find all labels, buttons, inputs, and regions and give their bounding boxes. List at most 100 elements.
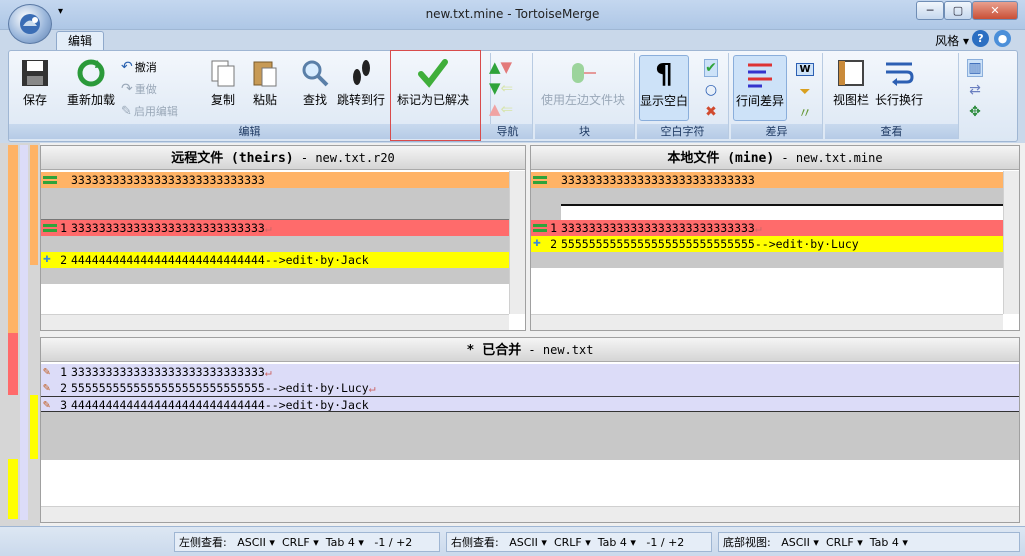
equal-icon	[43, 176, 57, 184]
left-line-gap	[41, 236, 509, 252]
redo-button[interactable]: ↷ 重做	[121, 81, 157, 97]
enable-edit-label: 启用编辑	[133, 105, 178, 118]
minimize-button[interactable]: ─	[916, 1, 944, 20]
merged-horizontal-scrollbar[interactable]	[41, 506, 1019, 522]
left-pane-title: 远程文件 (theirs)	[171, 151, 294, 166]
group-nav: ▲▼ ▼⇐ ▲⇐ 导航	[483, 53, 533, 139]
ignore-icon[interactable]: 〃	[798, 106, 812, 122]
paste-icon	[253, 61, 277, 87]
pencil-icon: ✎	[121, 103, 132, 119]
left-line-context[interactable]: 3333333333333333333333333333	[41, 172, 509, 188]
word-diff-icon[interactable]: W	[796, 63, 814, 76]
prev-diff-icon[interactable]: ▲	[489, 58, 501, 76]
enable-edit-button[interactable]: ✎ 启用编辑	[121, 103, 178, 119]
maximize-button[interactable]: ▢	[944, 1, 972, 20]
help-icon[interactable]: ?	[972, 30, 989, 47]
goto-line-button[interactable]: 跳转到行	[337, 57, 385, 108]
nav-arrows: ▲▼ ▼⇐ ▲⇐	[489, 57, 513, 120]
status-bottom-encoding[interactable]: ASCII	[781, 536, 810, 549]
redo-icon: ↷	[121, 81, 133, 97]
left-line-2[interactable]: ✚ 2 4444444444444444444444444444-->edit·by…	[41, 252, 509, 268]
long-line-wrap-button[interactable]: 长行换行	[875, 57, 923, 108]
right-pane[interactable]: 本地文件 (mine) - new.txt.mine 3333333333333…	[530, 145, 1020, 331]
cross-icon[interactable]: ✖	[705, 104, 717, 120]
paste-label: 粘贴	[252, 93, 277, 107]
layout-options: ▥ ⇄ ✥	[965, 57, 985, 123]
floppy-icon	[22, 60, 48, 86]
undo-button[interactable]: ↶ 撤消	[121, 59, 157, 75]
status-left-label: 左侧查看:	[179, 536, 227, 549]
group-whitespace-label: 空白字符	[637, 124, 728, 139]
left-vertical-scrollbar[interactable]	[509, 171, 525, 314]
left-line-1[interactable]: 1 3333333333333333333333333333↵	[41, 220, 509, 236]
merged-pane[interactable]: * 已合并 - new.txt ✎ 1 3333333333333333333333…	[40, 337, 1020, 523]
paste-button[interactable]: 粘贴	[249, 57, 281, 108]
status-left-eol[interactable]: CRLF	[282, 536, 310, 549]
view-bar-button[interactable]: 视图栏	[833, 57, 869, 108]
undo-icon: ↶	[121, 59, 133, 75]
use-left-block-button[interactable]: 使用左边文件块	[541, 57, 625, 108]
prev-conflict-icon[interactable]: ▼	[501, 58, 513, 76]
show-whitespace-button[interactable]: ¶ 显示空白	[639, 55, 689, 121]
group-nav-label: 导航	[483, 124, 532, 139]
magnifier-icon	[302, 60, 329, 87]
status-bottom-view[interactable]: 底部视图: ASCII ▾ CRLF ▾ Tab 4 ▾	[718, 532, 1020, 552]
tab-edit[interactable]: 编辑	[56, 31, 104, 51]
style-menu[interactable]: 风格 ▾	[935, 32, 969, 49]
right-vertical-scrollbar[interactable]	[1003, 171, 1019, 314]
next-inline-icon[interactable]: ⇐	[501, 79, 514, 97]
redo-label: 重做	[134, 83, 157, 96]
location-bar[interactable]	[0, 143, 40, 526]
use-block-icon	[572, 63, 596, 83]
status-right-eol[interactable]: CRLF	[554, 536, 582, 549]
status-left-encoding[interactable]: ASCII	[237, 536, 266, 549]
prev-inline-icon[interactable]: ⇐	[501, 100, 514, 118]
find-label: 查找	[302, 93, 327, 107]
right-line-2[interactable]: ✚ 2 5555555555555555555555555555-->edit·by…	[531, 236, 1003, 252]
whitespace-options: ✔ ○ ✖	[701, 57, 721, 123]
inline-diff-button[interactable]: 行间差异	[733, 55, 787, 121]
reload-button[interactable]: 重新加载	[67, 57, 115, 108]
about-icon[interactable]: ●	[994, 30, 1011, 47]
close-button[interactable]: ✕	[972, 1, 1018, 20]
right-line-context[interactable]: 3333333333333333333333333333	[531, 172, 1003, 188]
collapse-icon[interactable]: ✥	[969, 104, 981, 120]
merged-line-3[interactable]: ✎ 3 4444444444444444444444444444-->edit·by…	[41, 396, 1019, 412]
right-line-1[interactable]: 1 3333333333333333333333333333↵	[531, 220, 1003, 236]
next-diff-icon[interactable]: ▼	[489, 79, 501, 97]
status-bottom-eol[interactable]: CRLF	[826, 536, 854, 549]
next-conflict-icon[interactable]: ▲	[489, 100, 501, 118]
wrap-icon	[886, 62, 914, 86]
status-left-tab[interactable]: Tab 4	[326, 536, 355, 549]
circle-icon[interactable]: ○	[705, 82, 717, 98]
copy-button[interactable]: 复制	[207, 57, 239, 108]
group-view: 视图栏 长行换行 查看	[825, 53, 959, 139]
footprints-icon	[353, 60, 370, 85]
application-menu-button[interactable]	[8, 4, 52, 44]
layout-icon[interactable]: ▥	[967, 59, 983, 77]
swap-icon[interactable]: ⇄	[969, 82, 981, 98]
status-bottom-tab[interactable]: Tab 4	[870, 536, 899, 549]
filter-icon[interactable]: ⏷	[799, 84, 810, 100]
status-right-tab[interactable]: Tab 4	[598, 536, 627, 549]
inline-diff-icon	[748, 63, 772, 88]
merged-pane-header: * 已合并 - new.txt	[41, 338, 1019, 362]
merged-line-2[interactable]: ✎ 2 5555555555555555555555555555-->edit·by…	[41, 380, 1019, 396]
inline-diff-label: 行间差异	[735, 94, 784, 108]
find-button[interactable]: 查找	[299, 57, 331, 108]
group-diff: 行间差异 W ⏷ 〃 差异	[731, 53, 823, 139]
right-horizontal-scrollbar[interactable]	[531, 314, 1003, 330]
merged-pane-title: * 已合并	[466, 343, 522, 358]
ribbon: 保存 重新加载 ↶ 撤消 ↷ 重做 ✎ 启用编辑 复制 粘贴 查找 跳转到行 标记为已…	[8, 50, 1018, 142]
left-horizontal-scrollbar[interactable]	[41, 314, 509, 330]
group-block: 使用左边文件块 块	[535, 53, 635, 139]
status-left-view[interactable]: 左侧查看: ASCII ▾ CRLF ▾ Tab 4 ▾ -1 / +2	[174, 532, 440, 552]
status-right-view[interactable]: 右侧查看: ASCII ▾ CRLF ▾ Tab 4 ▾ -1 / +2	[446, 532, 712, 552]
save-button[interactable]: 保存	[19, 57, 51, 108]
status-bar: 左侧查看: ASCII ▾ CRLF ▾ Tab 4 ▾ -1 / +2 右侧查…	[0, 526, 1025, 556]
status-right-encoding[interactable]: ASCII	[509, 536, 538, 549]
left-pane[interactable]: 远程文件 (theirs) - new.txt.r20 333333333333…	[40, 145, 526, 331]
merged-line-1[interactable]: ✎ 1 3333333333333333333333333333↵	[41, 364, 1019, 380]
status-right-changes: -1 / +2	[646, 536, 685, 549]
check-box-icon[interactable]: ✔	[704, 59, 718, 77]
